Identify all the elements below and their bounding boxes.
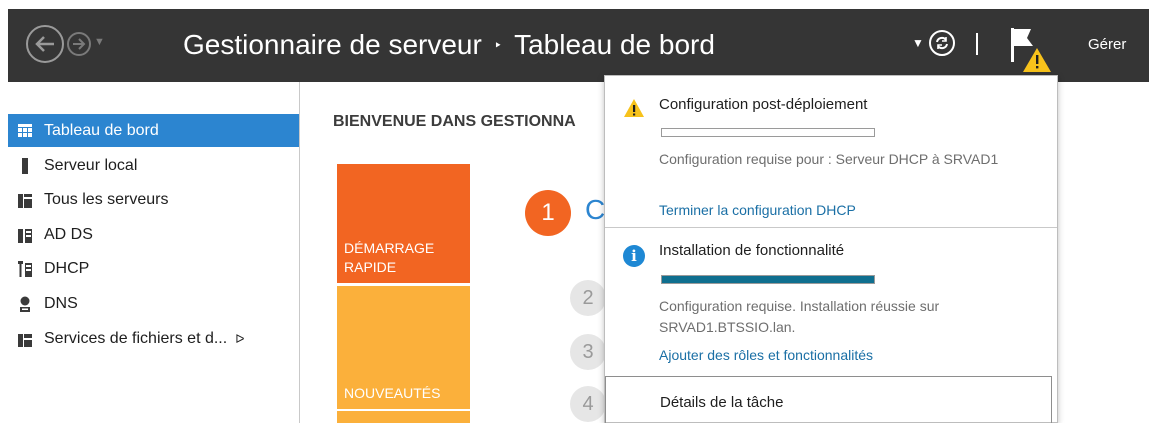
refresh-button[interactable] [929,30,955,56]
step-1-badge: 1 [525,190,571,236]
sidebar-item-all-servers[interactable]: Tous les serveurs [8,183,299,216]
sidebar-item-ad-ds[interactable]: AD DS [8,218,299,251]
sidebar-item-dns[interactable]: DNS [8,287,299,320]
welcome-heading: BIENVENUE DANS GESTIONNA [333,113,576,130]
sidebar-item-file-services[interactable]: Services de fichiers et d... ᐅ [8,322,299,355]
sidebar-item-label: DHCP [44,259,90,277]
manage-menu[interactable]: Gérer [1088,36,1126,53]
add-roles-features-link[interactable]: Ajouter des rôles et fonctionnalités [659,347,873,363]
sidebar-item-dashboard[interactable]: Tableau de bord [8,114,299,147]
sidebar-item-label: AD DS [44,225,93,243]
sidebar: Tableau de bord Serveur local Tous les s… [8,82,299,423]
notification-body: Configuration requise pour : Serveur DHC… [659,151,999,167]
title-bar: ▼ Gestionnaire de serveur ‣ Tableau de b… [8,9,1149,82]
sidebar-item-label: Tableau de bord [44,121,159,139]
breadcrumb-app[interactable]: Gestionnaire de serveur [183,29,482,61]
breadcrumb-page: Tableau de bord [514,29,715,60]
dashboard-icon [18,123,32,137]
breadcrumb: Gestionnaire de serveur ‣ Tableau de bor… [183,29,715,61]
sidebar-divider [299,82,300,423]
step-1-text[interactable]: C [585,194,605,226]
back-arrow-icon [35,36,54,52]
notification-progress [661,128,875,137]
refresh-icon [936,36,948,50]
task-details-button[interactable]: Détails de la tâche [605,376,1052,423]
info-icon: i [623,245,645,267]
history-dropdown-icon[interactable]: ▼ [94,36,105,48]
dns-icon [20,296,30,312]
task-details-label: Détails de la tâche [660,394,784,411]
step-3-badge: 3 [570,334,606,370]
forward-arrow-icon [73,38,86,50]
sidebar-item-label: Tous les serveurs [44,190,169,208]
breadcrumb-dropdown-icon[interactable]: ▼ [912,36,924,50]
expand-arrow-icon[interactable]: ᐅ [235,332,244,346]
notification-progress [661,275,875,284]
quick-start-label: DÉMARRAGE RAPIDE [344,240,435,275]
sidebar-item-local-server[interactable]: Serveur local [8,149,299,182]
breadcrumb-separator: ‣ [493,36,503,53]
complete-dhcp-config-link[interactable]: Terminer la configuration DHCP [659,202,856,218]
notification-body: Configuration requise. Installation réus… [659,298,940,335]
file-services-icon [18,333,32,347]
notifications-flag-icon[interactable] [1007,24,1055,72]
sidebar-item-dhcp[interactable]: DHCP [8,252,299,285]
sidebar-item-label: Serveur local [44,156,138,174]
sidebar-item-label: DNS [44,294,78,312]
all-servers-icon [18,193,32,208]
notification-title: Installation de fonctionnalité [659,242,845,259]
step-4-badge: 4 [570,386,606,422]
progress-fill [662,276,874,283]
notifications-popup: Configuration post-déploiement Configura… [604,75,1058,423]
dhcp-icon [18,260,32,277]
notification-title: Configuration post-déploiement [659,96,868,113]
sidebar-item-label: Services de fichiers et d... [44,329,228,347]
notification-separator [605,227,1057,228]
local-server-icon [22,157,28,174]
learn-more-tile[interactable] [337,411,470,423]
ad-ds-icon [18,228,32,243]
whats-new-label: NOUVEAUTÉS [344,385,441,401]
back-button[interactable] [26,25,64,63]
warning-icon [624,99,644,117]
forward-button[interactable] [67,32,91,56]
toolbar-divider [976,33,978,55]
step-2-badge: 2 [570,280,606,316]
